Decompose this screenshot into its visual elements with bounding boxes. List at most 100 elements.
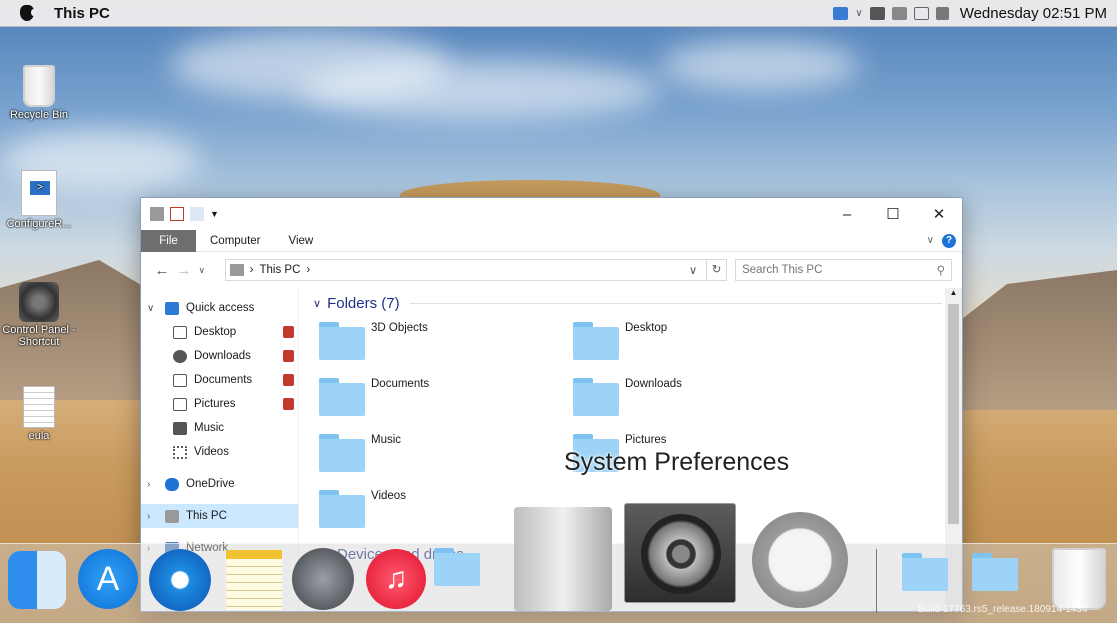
- network-tray-icon[interactable]: [833, 6, 849, 20]
- nav-item-downloads[interactable]: Downloads: [141, 344, 298, 368]
- folder-label: Desktop: [625, 322, 668, 334]
- nav-item-music[interactable]: Music: [141, 416, 298, 440]
- expand-ribbon-icon[interactable]: ∨: [927, 235, 934, 246]
- downloads-folder-icon: [573, 378, 619, 416]
- chevron-down-icon[interactable]: ∨: [147, 303, 165, 314]
- this-pc-icon: [165, 509, 179, 523]
- desktop-icon-recycle-bin[interactable]: Recycle Bin: [0, 65, 78, 121]
- desktop-icon-configure[interactable]: ConfigureR...: [0, 170, 78, 230]
- chevron-right-icon[interactable]: ›: [147, 511, 165, 522]
- desktop-icon-label: eula: [28, 430, 50, 442]
- maximize-button[interactable]: ☐: [870, 198, 916, 230]
- address-bar[interactable]: › This PC › ∨ ↻: [224, 259, 728, 281]
- cloud-icon: [165, 477, 179, 491]
- documents-folder-icon[interactable]: [972, 553, 1042, 609]
- nav-item-label: Music: [194, 422, 225, 434]
- pin-icon: [283, 326, 294, 338]
- help-icon[interactable]: ?: [942, 233, 956, 248]
- documents-folder-icon: [319, 378, 365, 416]
- tab-view[interactable]: View: [275, 230, 328, 252]
- text-document-icon: [23, 386, 55, 428]
- group-label: Folders (7): [327, 294, 400, 312]
- gear-icon: [641, 514, 721, 594]
- library-folder-icon[interactable]: [434, 548, 506, 608]
- nav-item-label: Downloads: [194, 350, 251, 362]
- trash-icon[interactable]: [1052, 548, 1106, 610]
- folder-tile[interactable]: Downloads: [573, 378, 827, 420]
- music-folder-icon: [319, 434, 365, 472]
- finder-icon[interactable]: [8, 551, 66, 609]
- dock-item-tooltip: System Preferences: [564, 448, 790, 476]
- build-watermark: Build 17763.rs5_release.180914-1434: [918, 604, 1088, 615]
- properties-icon[interactable]: [170, 207, 184, 221]
- folder-tile[interactable]: Music: [319, 434, 573, 476]
- breadcrumb-separator: ›: [249, 264, 254, 276]
- desktop-icon-label: Recycle Bin: [9, 109, 69, 121]
- apple-icon[interactable]: [20, 5, 36, 21]
- folder-icon[interactable]: [902, 553, 968, 609]
- safari-icon[interactable]: [149, 549, 211, 611]
- nav-item-onedrive[interactable]: › OneDrive: [141, 472, 298, 496]
- system-preferences-icon[interactable]: [624, 503, 736, 603]
- nav-item-desktop[interactable]: Desktop: [141, 320, 298, 344]
- refresh-icon[interactable]: ↻: [706, 260, 726, 280]
- title-bar: ▼ – ☐ ✕: [141, 198, 962, 230]
- nav-item-label: Documents: [194, 374, 253, 386]
- nav-item-documents[interactable]: Documents: [141, 368, 298, 392]
- folders-group-header[interactable]: ∨ Folders (7): [307, 288, 962, 318]
- nav-item-videos[interactable]: Videos: [141, 440, 298, 464]
- desktop-folder-icon: [573, 322, 619, 360]
- search-input[interactable]: [742, 264, 937, 276]
- pin-icon: [283, 374, 294, 386]
- breadcrumb-this-pc[interactable]: This PC: [260, 264, 301, 276]
- minimize-button[interactable]: –: [824, 198, 870, 230]
- tab-computer[interactable]: Computer: [196, 230, 275, 252]
- powershell-script-icon: [21, 170, 57, 216]
- scrollbar-thumb[interactable]: [948, 304, 959, 524]
- chevron-down-icon[interactable]: ∨: [855, 8, 862, 19]
- battery-tray-icon[interactable]: [869, 6, 885, 20]
- vpn-tray-icon[interactable]: [891, 6, 907, 20]
- volume-muted-icon[interactable]: [935, 6, 949, 20]
- notes-icon[interactable]: [226, 550, 282, 610]
- customize-toolbar-icon[interactable]: ▼: [210, 209, 219, 219]
- folder-label: Videos: [371, 490, 406, 502]
- nav-item-this-pc[interactable]: › This PC: [141, 504, 298, 528]
- control-panel-icon: [19, 282, 59, 322]
- app-store-icon[interactable]: A: [78, 549, 138, 609]
- new-folder-icon[interactable]: [190, 207, 204, 221]
- search-icon[interactable]: ⚲: [937, 263, 945, 277]
- desktop-icon-control-panel[interactable]: Control Panel - Shortcut: [0, 282, 78, 348]
- folder-tile[interactable]: 3D Objects: [319, 322, 573, 364]
- breadcrumb-separator: ›: [306, 264, 311, 276]
- folder-label: 3D Objects: [371, 322, 428, 334]
- launchpad-icon[interactable]: [292, 548, 354, 610]
- menu-clock[interactable]: Wednesday 02:51 PM: [960, 5, 1107, 22]
- folder-tile[interactable]: Desktop: [573, 322, 827, 364]
- chevron-down-icon[interactable]: ∨: [313, 297, 321, 310]
- itunes-icon[interactable]: ♫: [366, 549, 426, 609]
- close-button[interactable]: ✕: [916, 198, 962, 230]
- nav-item-pictures[interactable]: Pictures: [141, 392, 298, 416]
- camera-icon: [173, 397, 187, 411]
- scroll-up-icon[interactable]: ▲: [945, 288, 962, 297]
- search-box[interactable]: ⚲: [735, 259, 952, 281]
- nav-item-label: Desktop: [194, 326, 237, 338]
- tab-file[interactable]: File: [141, 229, 196, 252]
- display-tray-icon[interactable]: [913, 6, 929, 20]
- desktop-icon-label: ConfigureR...: [6, 218, 72, 230]
- desktop-icon-eula[interactable]: eula: [0, 386, 78, 442]
- recent-locations-icon[interactable]: ∨: [195, 265, 209, 276]
- download-icon: [173, 349, 187, 363]
- folder-tile[interactable]: Documents: [319, 378, 573, 420]
- active-app-title[interactable]: This PC: [54, 5, 110, 22]
- forward-button[interactable]: →: [173, 262, 195, 279]
- pin-icon: [283, 398, 294, 410]
- nav-item-quick-access[interactable]: ∨ Quick access: [141, 296, 298, 320]
- power-icon[interactable]: [752, 512, 848, 608]
- back-button[interactable]: ←: [151, 262, 173, 279]
- address-dropdown-icon[interactable]: ∨: [686, 263, 700, 277]
- chevron-right-icon[interactable]: ›: [147, 479, 165, 490]
- recycle-bin-icon: [23, 65, 55, 107]
- mac-pro-icon[interactable]: [514, 507, 612, 611]
